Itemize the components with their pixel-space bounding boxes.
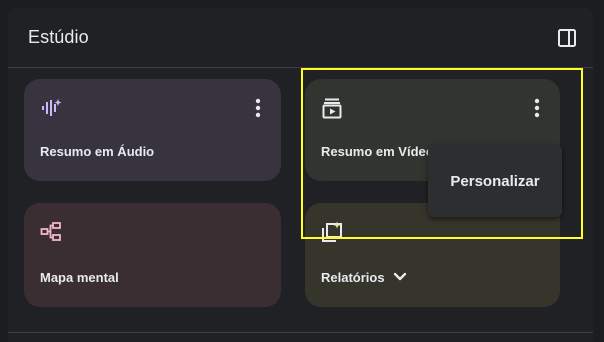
video-summary-label: Resumo em Vídeo [321,144,434,159]
mind-map-label: Mapa mental [40,270,119,285]
video-card-popup-menu: Personalizar [428,145,562,217]
bottom-divider [8,332,593,333]
reports-icon [321,221,343,243]
audio-summary-card[interactable]: Resumo em Áudio [24,79,281,181]
audio-card-menu-icon[interactable] [251,97,265,119]
mind-map-icon [40,221,62,243]
video-card-menu-icon[interactable] [530,97,544,119]
audio-summary-label: Resumo em Áudio [40,144,155,159]
mind-map-card[interactable]: Mapa mental [24,203,281,307]
customize-menu-item[interactable]: Personalizar [450,173,539,190]
panel-title: Estúdio [28,27,89,47]
video-summary-icon [321,97,343,119]
screen: Estúdio Resumo em Áudio Resumo em Vídeo … [0,0,604,342]
audio-waveform-icon [40,97,62,119]
panel-header: Estúdio [8,8,593,68]
side-panel-icon[interactable] [553,24,581,52]
reports-card[interactable]: Relatórios [305,203,560,307]
reports-label-text: Relatórios [321,270,385,285]
chevron-down-icon[interactable] [393,270,407,285]
reports-label: Relatórios [321,270,407,285]
